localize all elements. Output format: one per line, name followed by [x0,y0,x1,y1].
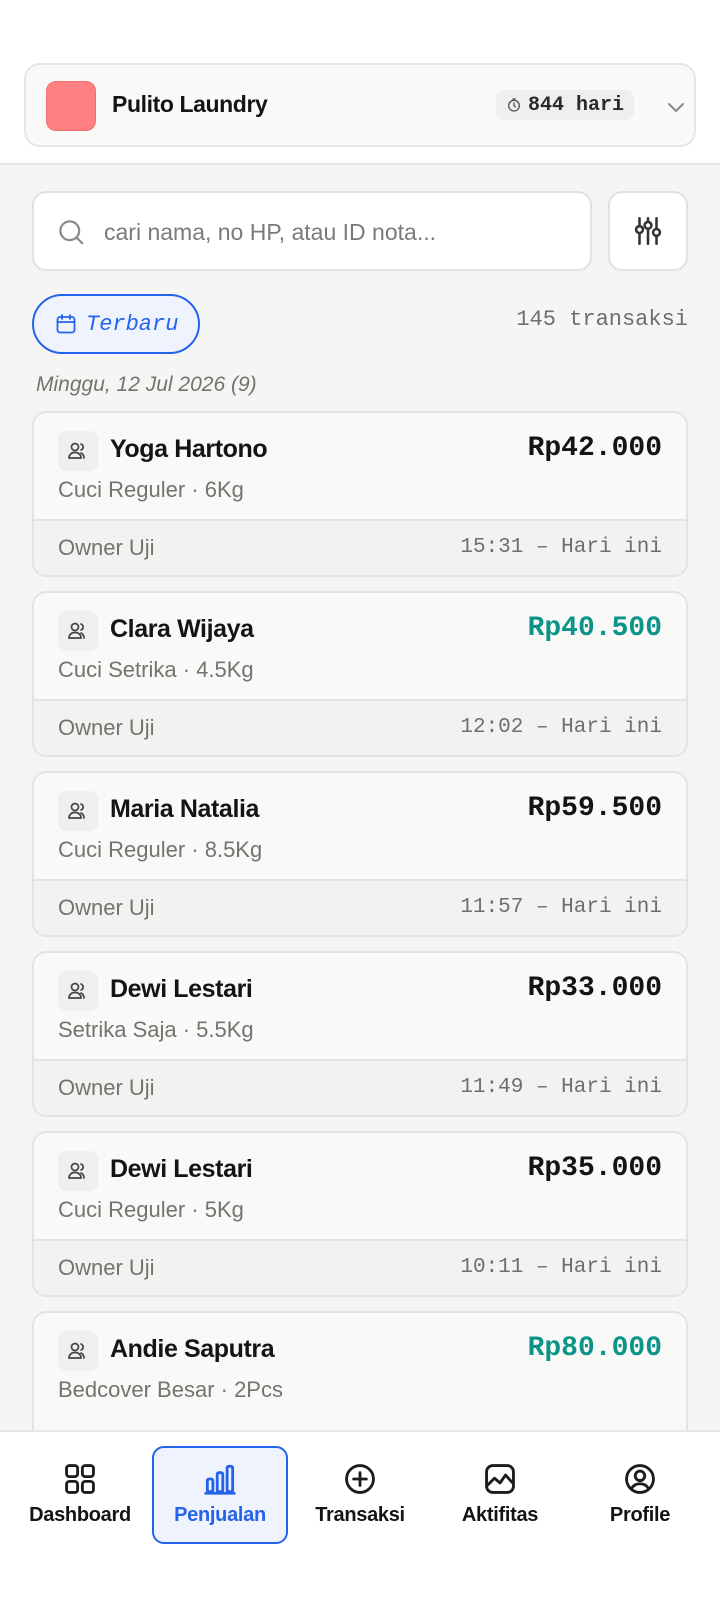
service-detail: Cuci Setrika · 4.5Kg [58,657,254,682]
operator-name: Owner Uji [58,1255,155,1280]
transaction-card-footer: Owner Uji 11:57 – Hari ini [34,879,686,935]
timer-icon [508,98,520,112]
transaction-card-main: Clara Wijaya Rp40.500 Cuci Setrika · 4.5… [34,593,686,699]
user-circle-icon [625,1464,655,1494]
transaction-card-footer: Owner Uji 10:11 – Hari ini [34,1239,686,1295]
service-detail: Bedcover Besar · 2Pcs [58,1377,283,1402]
nav-profile[interactable]: Profile [572,1446,708,1544]
sliders-icon [634,216,662,246]
store-logo [46,81,96,131]
transaction-card-main: Andie Saputra Rp80.000 Bedcover Besar · … [34,1313,686,1419]
transaction-amount: Rp42.000 [527,433,662,464]
transaction-count: 145 transaksi [516,307,688,332]
transaction-card[interactable]: Maria Natalia Rp59.500 Cuci Reguler · 8.… [32,771,688,937]
nav-label: Dashboard [29,1504,131,1526]
days-left-text: 844 hari [528,93,625,117]
service-detail: Cuci Reguler · 6Kg [58,477,244,502]
customer-name: Yoga Hartono [110,435,268,463]
operator-name: Owner Uji [58,895,155,920]
nav-penjualan[interactable]: Penjualan [152,1446,288,1544]
transaction-card-footer: Owner Uji 15:31 – Hari ini [34,519,686,575]
operator-name: Owner Uji [58,715,155,740]
chevron-down-icon[interactable] [664,95,688,119]
nav-label: Transaksi [315,1504,405,1526]
transaction-card[interactable]: Yoga Hartono Rp42.000 Cuci Reguler · 6Kg… [32,411,688,577]
transaction-amount: Rp59.500 [527,793,662,824]
transaction-amount: Rp80.000 [527,1333,662,1364]
store-selector[interactable]: Pulito Laundry 844 hari [24,63,696,147]
transaction-time: 10:11 – Hari ini [460,1256,662,1279]
nav-transaksi[interactable]: Transaksi [292,1446,428,1544]
transaction-card[interactable]: Clara Wijaya Rp40.500 Cuci Setrika · 4.5… [32,591,688,757]
transaction-amount: Rp33.000 [527,973,662,1004]
filter-button[interactable] [608,191,688,271]
transaction-card[interactable]: Andie Saputra Rp80.000 Bedcover Besar · … [32,1311,688,1430]
search-icon [59,220,84,245]
search-bar[interactable] [32,191,592,271]
sort-label: Terbaru [86,311,179,337]
operator-name: Owner Uji [58,1075,155,1100]
customer-icon [58,971,98,1011]
date-group-header: Minggu, 12 Jul 2026 (9) [36,373,257,396]
customer-name: Dewi Lestari [110,1155,253,1183]
transaction-card-main: Maria Natalia Rp59.500 Cuci Reguler · 8.… [34,773,686,879]
store-name: Pulito Laundry [112,91,268,117]
transaction-card-footer: Owner Uji 12:02 – Hari ini [34,699,686,755]
customer-name: Maria Natalia [110,795,260,823]
transaction-time: 11:57 – Hari ini [460,896,662,919]
customer-icon [58,1151,98,1191]
image-chart-icon [485,1464,515,1494]
service-detail: Setrika Saja · 5.5Kg [58,1017,254,1042]
transaction-time: 15:31 – Hari ini [460,536,662,559]
bar-chart-icon [204,1464,236,1495]
transaction-time: 12:02 – Hari ini [460,716,662,739]
transaction-card-main: Yoga Hartono Rp42.000 Cuci Reguler · 6Kg [34,413,686,519]
service-detail: Cuci Reguler · 8.5Kg [58,837,263,862]
customer-name: Clara Wijaya [110,615,254,643]
nav-dashboard[interactable]: Dashboard [12,1446,148,1544]
service-detail: Cuci Reguler · 5Kg [58,1197,244,1222]
nav-label: Aktifitas [461,1504,539,1526]
transaction-card-main: Dewi Lestari Rp35.000 Cuci Reguler · 5Kg [34,1133,686,1239]
transaction-time: 11:49 – Hari ini [460,1076,662,1099]
sales-list-page: Terbaru 145 transaksi Minggu, 12 Jul 202… [0,165,720,1430]
sort-newest-chip[interactable]: Terbaru [32,294,200,354]
subscription-days-badge: 844 hari [496,90,635,120]
transaction-card[interactable]: Dewi Lestari Rp35.000 Cuci Reguler · 5Kg… [32,1131,688,1297]
customer-name: Andie Saputra [110,1335,275,1363]
transaction-card-main: Dewi Lestari Rp33.000 Setrika Saja · 5.5… [34,953,686,1059]
customer-icon [58,1331,98,1371]
nav-aktifitas[interactable]: Aktifitas [432,1446,568,1544]
plus-circle-icon [345,1464,375,1494]
bottom-navigation: Dashboard Penjualan Transaksi Aktifitas … [0,1430,720,1600]
transaction-card-footer: Owner Uji 11:49 – Hari ini [34,1059,686,1115]
grid-icon [65,1464,95,1494]
transaction-amount: Rp40.500 [527,613,662,644]
app-header: Pulito Laundry 844 hari [0,0,720,165]
nav-label: Penjualan [174,1504,266,1526]
customer-icon [58,431,98,471]
customer-icon [58,611,98,651]
calendar-icon [56,314,76,334]
transaction-card[interactable]: Dewi Lestari Rp33.000 Setrika Saja · 5.5… [32,951,688,1117]
nav-label: Profile [609,1504,671,1526]
operator-name: Owner Uji [58,535,155,560]
transaction-amount: Rp35.000 [527,1153,662,1184]
customer-name: Dewi Lestari [110,975,253,1003]
customer-icon [58,791,98,831]
search-input[interactable] [104,209,574,255]
